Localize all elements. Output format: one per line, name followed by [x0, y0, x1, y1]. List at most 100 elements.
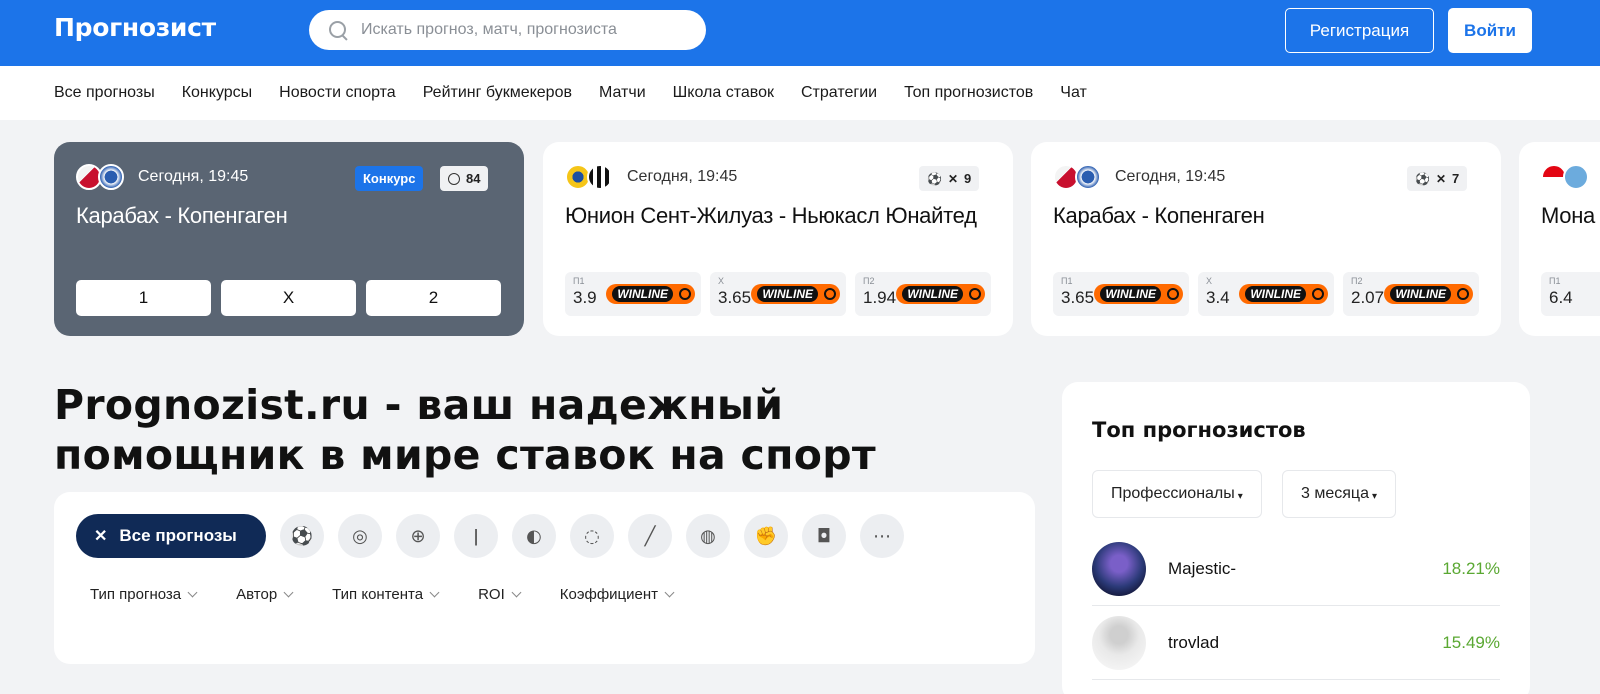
filter-row: Тип прогноза Автор Тип контента ROI Коэф… — [90, 586, 713, 603]
nav-item-sports-news[interactable]: Новости спорта — [279, 84, 396, 102]
odds-p1[interactable]: П1 3.65 WINLINE — [1053, 272, 1189, 316]
hockey-icon[interactable]: ⊕ — [396, 514, 440, 558]
category-dropdown[interactable]: Профессионалы ▾ — [1092, 470, 1262, 518]
odds-p2[interactable]: П2 2.07 WINLINE — [1343, 272, 1479, 316]
odds-label: П2 — [1351, 276, 1363, 286]
match-card-header: Сегодня, 19:45 — [1053, 164, 1225, 190]
more-icon[interactable]: ⋯ — [860, 514, 904, 558]
forecast-filter-panel: ✕ Все прогнозы ⚽ ◎ ⊕ ǀ ◐ ◌ ╱ ◍ ✊ ◘ ⋯ Тип… — [54, 492, 1035, 664]
forecast-count-badge: 84 — [440, 166, 489, 191]
team-crest-icon — [1563, 164, 1589, 190]
forecaster-roi: 18.21% — [1442, 558, 1500, 578]
outcome-button-x[interactable]: X — [221, 280, 356, 316]
nav-item-strategies[interactable]: Стратегии — [801, 84, 877, 102]
odds-value: 3.65 — [718, 288, 752, 307]
period-dropdown[interactable]: 3 месяца ▾ — [1282, 470, 1396, 518]
register-button[interactable]: Регистрация — [1285, 8, 1434, 53]
match-card[interactable]: Сегодня, 19:45 Конкурс 84 Карабах - Копе… — [54, 142, 524, 336]
boxing-icon[interactable]: ◘ — [802, 514, 846, 558]
forecaster-name: trovlad — [1168, 632, 1220, 652]
forecast-count: 9 — [964, 171, 972, 186]
odds-p1[interactable]: П1 6.4 — [1541, 272, 1600, 316]
winline-logo: WINLINE — [896, 284, 985, 304]
odds-value: 2.07 — [1351, 288, 1385, 307]
odds-x[interactable]: Х 3.4 WINLINE — [1198, 272, 1334, 316]
odds-p2[interactable]: П2 1.94 WINLINE — [855, 272, 991, 316]
outcome-button-2[interactable]: 2 — [366, 280, 501, 316]
search-input[interactable] — [361, 21, 691, 39]
chevron-down-icon — [664, 587, 675, 598]
medal-icon — [448, 172, 460, 185]
match-card[interactable]: Сегодня, 19:45 ⚽ ✕ 9 Юнион Сент-Жилуаз -… — [543, 142, 1013, 336]
login-button[interactable]: Войти — [1448, 8, 1532, 53]
match-title[interactable]: Карабах - Копенгаген — [76, 202, 288, 230]
filter-content-type[interactable]: Тип контента — [332, 586, 440, 603]
odds-label: Х — [718, 276, 725, 286]
odds-x[interactable]: Х 3.65 WINLINE — [710, 272, 846, 316]
winline-logo: WINLINE — [1239, 284, 1328, 304]
nav-item-matches[interactable]: Матчи — [599, 84, 646, 102]
match-title[interactable]: Мона — [1541, 202, 1595, 230]
baseball-icon[interactable]: ◌ — [570, 514, 614, 558]
search-bar[interactable] — [309, 10, 706, 50]
football-icon: ⚽ — [927, 171, 942, 186]
forecast-icon: ✕ — [94, 528, 108, 545]
avatar — [1092, 615, 1146, 670]
nav-item-contests[interactable]: Конкурсы — [182, 84, 252, 102]
winline-logo: WINLINE — [1384, 284, 1473, 304]
search-icon — [327, 19, 349, 41]
filter-forecast-type[interactable]: Тип прогноза — [90, 586, 198, 603]
all-forecasts-button[interactable]: ✕ Все прогнозы — [76, 514, 266, 558]
nav-item-top-forecasters[interactable]: Топ прогнозистов — [904, 84, 1033, 102]
mma-icon[interactable]: ✊ — [744, 514, 788, 558]
caret-down-icon: ▾ — [1371, 490, 1377, 502]
outcome-button-1[interactable]: 1 — [76, 280, 211, 316]
nav-item-chat[interactable]: Чат — [1060, 84, 1087, 102]
cross-icon: ✕ — [1435, 171, 1447, 186]
site-logo[interactable]: Прогнозист — [54, 13, 216, 42]
cross-icon: ✕ — [947, 171, 959, 186]
chevron-down-icon — [429, 587, 440, 598]
match-card-header — [1541, 164, 1589, 190]
volleyball-icon[interactable]: ◍ — [686, 514, 730, 558]
match-card[interactable]: Мона П1 6.4 — [1519, 142, 1600, 336]
tennis-icon[interactable]: ǀ — [454, 514, 498, 558]
baseball-bat-icon[interactable]: ╱ — [628, 514, 672, 558]
filter-coefficient[interactable]: Коэффициент — [560, 586, 675, 603]
forecast-count-badge: ⚽ ✕ 7 — [1407, 166, 1468, 191]
chevron-down-icon — [283, 587, 294, 598]
filter-roi[interactable]: ROI — [478, 586, 522, 603]
nav-item-bookmaker-rating[interactable]: Рейтинг букмекеров — [423, 84, 572, 102]
match-time: Сегодня, 19:45 — [627, 168, 738, 185]
odds-value: 3.4 — [1206, 288, 1230, 307]
match-carousel: Сегодня, 19:45 Конкурс 84 Карабах - Копе… — [0, 142, 1600, 338]
forecaster-name: Majestic- — [1168, 558, 1237, 578]
widget-title: Топ прогнозистов — [1092, 418, 1306, 442]
football-icon[interactable]: ⚽ — [280, 514, 324, 558]
page-title: Prognozist.ru - ваш надежный помощник в … — [54, 381, 876, 479]
chevron-down-icon — [511, 587, 522, 598]
forecaster-row[interactable]: Majestic- 18.21% — [1092, 532, 1500, 606]
forecaster-row[interactable]: trovlad 15.49% — [1092, 606, 1500, 680]
odds-value: 6.4 — [1549, 288, 1573, 307]
forecast-count-badge: ⚽ ✕ 9 — [919, 166, 980, 191]
odds-p1[interactable]: П1 3.9 WINLINE — [565, 272, 701, 316]
team-crest-icon — [587, 164, 613, 190]
winline-logo: WINLINE — [1094, 284, 1183, 304]
chevron-down-icon — [187, 587, 198, 598]
nav-item-all-forecasts[interactable]: Все прогнозы — [54, 84, 155, 102]
match-title[interactable]: Карабах - Копенгаген — [1053, 202, 1265, 230]
match-title[interactable]: Юнион Сент-Жилуаз - Ньюкасл Юнайтед — [565, 202, 985, 230]
contest-badge[interactable]: Конкурс — [355, 166, 424, 191]
site-header: Прогнозист Регистрация Войти — [0, 0, 1600, 66]
filter-author[interactable]: Автор — [236, 586, 294, 603]
main-nav: Все прогнозы Конкурсы Новости спорта Рей… — [0, 66, 1600, 120]
basketball-icon[interactable]: ◎ — [338, 514, 382, 558]
nav-item-betting-school[interactable]: Школа ставок — [673, 84, 774, 102]
match-card-header: Сегодня, 19:45 — [76, 164, 248, 190]
winline-logo: WINLINE — [751, 284, 840, 304]
match-card[interactable]: Сегодня, 19:45 ⚽ ✕ 7 Карабах - Копенгаге… — [1031, 142, 1501, 336]
table-tennis-icon[interactable]: ◐ — [512, 514, 556, 558]
match-time: Сегодня, 19:45 — [1115, 168, 1226, 185]
top-forecasters-widget: Топ прогнозистов Профессионалы ▾ 3 месяца… — [1062, 382, 1530, 694]
